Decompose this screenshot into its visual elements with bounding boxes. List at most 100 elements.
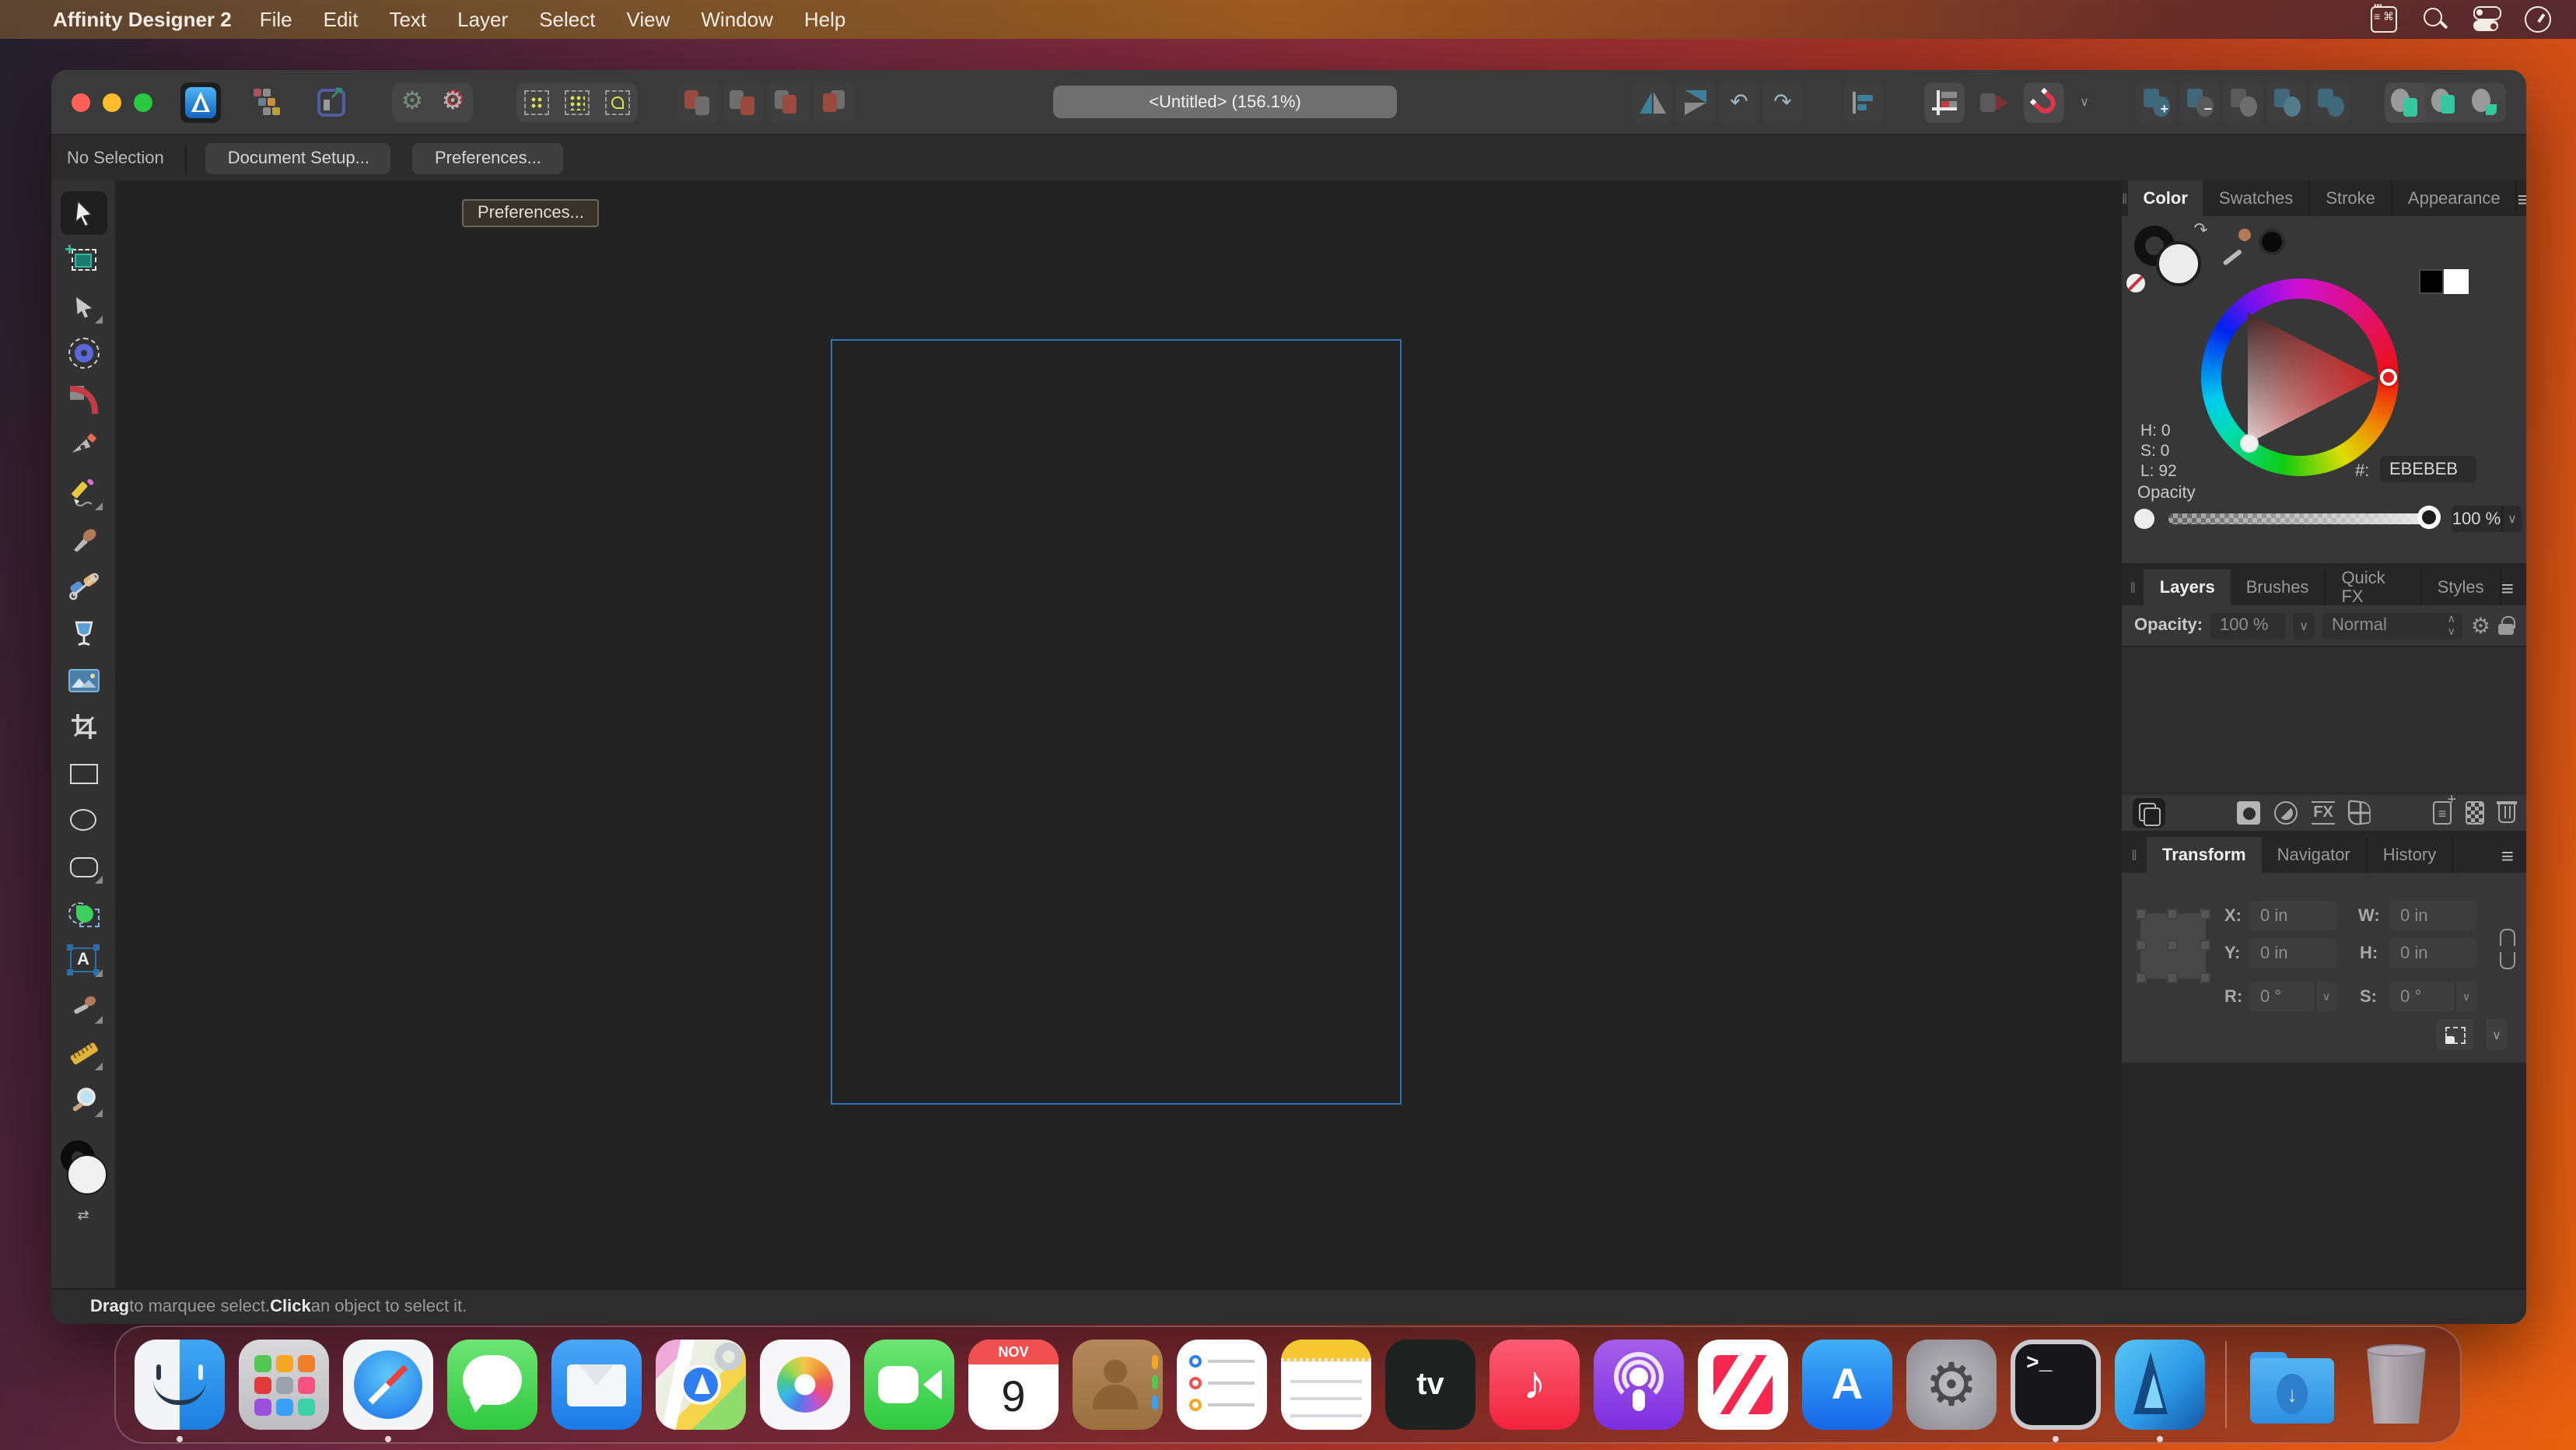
insert-target-button[interactable] xyxy=(1974,82,2014,122)
dock-item-app-store[interactable]: A xyxy=(1802,1340,1892,1430)
tab-appearance[interactable]: Appearance xyxy=(2392,180,2518,216)
artistic-text-tool[interactable]: A xyxy=(60,938,107,982)
default-black-swatch[interactable] xyxy=(2419,269,2444,294)
panel-grip-icon[interactable]: ‖ xyxy=(2122,569,2144,605)
swap-colors-icon[interactable]: ⇄ xyxy=(63,1207,103,1224)
fill-stroke-wells[interactable]: ⇄ xyxy=(57,1140,110,1212)
transform-origin-button[interactable] xyxy=(2436,1019,2473,1050)
rounded-rectangle-tool[interactable] xyxy=(60,845,107,888)
document-page[interactable] xyxy=(831,339,1402,1105)
menu-help[interactable]: Help xyxy=(789,8,862,31)
adjustment-layer-icon[interactable] xyxy=(2274,801,2298,825)
pen-tool[interactable] xyxy=(60,425,107,468)
hex-input[interactable]: EBEBEB xyxy=(2380,456,2476,482)
canvas[interactable]: Preferences... xyxy=(117,180,2122,1288)
duplicate-layers-icon[interactable] xyxy=(2133,798,2165,828)
spotlight-search-icon[interactable] xyxy=(2422,6,2448,33)
opacity-value-field[interactable]: 100 % xyxy=(2452,506,2501,532)
panel-menu-icon[interactable]: ≡ xyxy=(2501,569,2526,605)
document-setup-button[interactable]: ⚙ xyxy=(392,82,432,122)
snapping-button[interactable] xyxy=(2024,82,2064,122)
mask-layer-icon[interactable] xyxy=(2237,801,2260,825)
dock-item-trash[interactable] xyxy=(2351,1340,2441,1430)
boolean-combine-button[interactable] xyxy=(2310,82,2350,122)
dock-item-safari[interactable] xyxy=(343,1340,433,1430)
panel-grip-icon[interactable]: ‖ xyxy=(2122,837,2147,873)
w-field[interactable]: 0 in xyxy=(2389,901,2476,930)
menu-view[interactable]: View xyxy=(611,8,685,31)
flip-horizontal-button[interactable] xyxy=(1632,82,1672,122)
rotate-cw-button[interactable]: ↷ xyxy=(1762,82,1803,122)
minimize-window-button[interactable] xyxy=(103,93,121,111)
color-dropper-icon[interactable] xyxy=(2221,229,2256,263)
forward-one-button[interactable] xyxy=(768,82,809,122)
keyboard-command-palette-icon[interactable] xyxy=(2371,6,2397,33)
pixel-persona-button[interactable] xyxy=(246,82,286,122)
toggle-grid-button[interactable] xyxy=(1924,82,1965,122)
snap-shape-button[interactable] xyxy=(597,82,638,122)
close-window-button[interactable] xyxy=(72,93,90,111)
swap-fill-stroke-icon[interactable]: ↷ xyxy=(2191,218,2209,240)
panel-menu-icon[interactable]: ≡ xyxy=(2518,180,2526,216)
dock-item-launchpad[interactable] xyxy=(239,1340,329,1430)
s-chevron-icon[interactable]: ∨ xyxy=(2455,982,2476,1011)
delete-layer-icon[interactable] xyxy=(2498,803,2515,823)
pencil-tool[interactable] xyxy=(60,471,107,515)
snap-grid-button[interactable] xyxy=(516,82,557,122)
dock-item-reminders[interactable] xyxy=(1177,1340,1267,1430)
vector-crop-tool[interactable] xyxy=(60,705,107,748)
menu-text[interactable]: Text xyxy=(373,8,442,31)
ellipse-tool[interactable] xyxy=(60,798,107,842)
dock-item-finder[interactable] xyxy=(135,1340,225,1430)
vector-brush-tool[interactable] xyxy=(60,518,107,562)
artboard-tool[interactable]: + xyxy=(60,238,107,282)
dock-item-messages[interactable] xyxy=(447,1340,537,1430)
no-color-swatch[interactable] xyxy=(2126,274,2145,292)
dock-item-contacts[interactable] xyxy=(1073,1340,1163,1430)
tab-quickfx[interactable]: Quick FX xyxy=(2326,569,2421,605)
default-white-swatch[interactable] xyxy=(2444,269,2469,294)
fill-gradient-tool[interactable] xyxy=(60,565,107,608)
menu-edit[interactable]: Edit xyxy=(308,8,374,31)
color-picker-tool[interactable] xyxy=(60,985,107,1028)
y-field[interactable]: 0 in xyxy=(2249,938,2336,968)
opacity-swatch[interactable] xyxy=(2134,509,2154,529)
rotate-ccw-button[interactable]: ↶ xyxy=(1719,82,1759,122)
insert-inside-mode-button[interactable] xyxy=(2425,82,2466,122)
shape-builder-tool[interactable] xyxy=(60,891,107,935)
panel-menu-icon[interactable]: ≡ xyxy=(2501,837,2526,873)
boolean-divide-button[interactable] xyxy=(2266,82,2307,122)
move-tool[interactable] xyxy=(60,191,107,235)
r-field[interactable]: 0 ° xyxy=(2249,982,2315,1011)
fill-well[interactable] xyxy=(2156,241,2201,286)
boolean-intersect-button[interactable] xyxy=(2223,82,2263,122)
preferences-context-button[interactable]: Preferences... xyxy=(413,142,563,173)
tab-brushes[interactable]: Brushes xyxy=(2231,569,2326,605)
tab-swatches[interactable]: Swatches xyxy=(2203,180,2310,216)
dock-item-system-settings[interactable]: ⚙ xyxy=(1906,1340,1997,1430)
tab-layers[interactable]: Layers xyxy=(2144,569,2231,605)
dock-item-notes[interactable] xyxy=(1281,1340,1371,1430)
dock-item-music[interactable]: ♪ xyxy=(1489,1340,1580,1430)
dock-item-apple-tv[interactable]: tv xyxy=(1385,1340,1475,1430)
back-one-button[interactable] xyxy=(723,82,764,122)
dock-item-photos[interactable] xyxy=(760,1340,850,1430)
insert-on-top-mode-button[interactable] xyxy=(2466,82,2506,122)
x-field[interactable]: 0 in xyxy=(2249,901,2336,930)
snap-grid-dense-button[interactable] xyxy=(557,82,597,122)
tab-styles[interactable]: Styles xyxy=(2422,569,2501,605)
blend-mode-select[interactable]: Normal ∧∨ xyxy=(2322,612,2463,639)
s-field[interactable]: 0 ° xyxy=(2389,982,2455,1011)
dock-item-terminal[interactable]: >_ xyxy=(2011,1340,2101,1430)
snapping-options-chevron[interactable]: ∨ xyxy=(2064,82,2105,122)
menu-window[interactable]: Window xyxy=(685,8,789,31)
layers-list-empty[interactable] xyxy=(2122,646,2526,795)
document-title[interactable]: <Untitled> (156.1%) xyxy=(1053,86,1397,118)
layers-opacity-chevron[interactable]: ∨ xyxy=(2293,612,2315,639)
tab-color[interactable]: Color xyxy=(2127,180,2203,216)
hue-selector[interactable] xyxy=(2380,369,2397,386)
layer-fx-icon[interactable]: FX xyxy=(2312,801,2335,825)
sampled-color-swatch[interactable] xyxy=(2259,229,2285,255)
opacity-slider[interactable] xyxy=(2168,513,2430,524)
tab-transform[interactable]: Transform xyxy=(2147,837,2262,873)
